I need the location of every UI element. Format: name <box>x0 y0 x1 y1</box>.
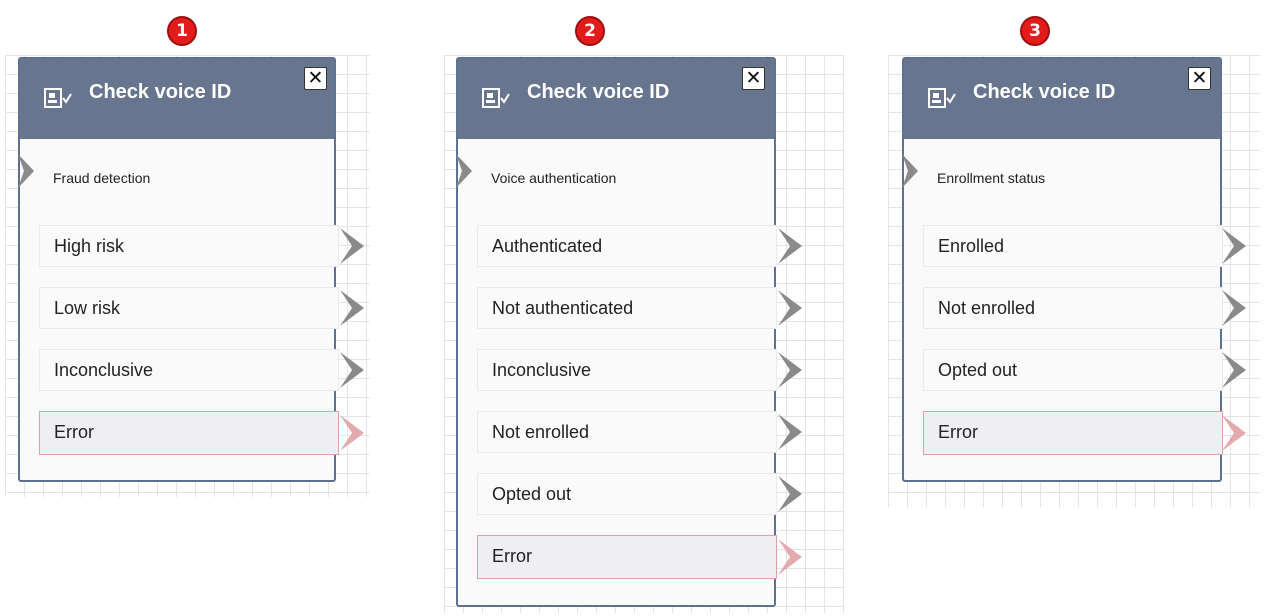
block-label: Voice authentication <box>491 170 617 186</box>
branch-label: Inconclusive <box>492 360 592 380</box>
branch-label: Error <box>938 422 978 442</box>
branch-inconclusive[interactable]: Inconclusive <box>477 349 777 391</box>
contact-card-icon <box>928 88 956 108</box>
input-connector-icon[interactable] <box>900 152 920 190</box>
branch-not-authenticated[interactable]: Not authenticated <box>477 287 777 329</box>
branch-label: High risk <box>54 236 125 256</box>
block-title: Check voice ID <box>89 81 232 103</box>
output-connector-icon[interactable] <box>1220 288 1248 328</box>
error-connector-icon[interactable] <box>1220 413 1248 453</box>
block-header[interactable]: Check voice ID <box>458 59 774 139</box>
output-connector-icon[interactable] <box>338 226 366 266</box>
branch-opted-out[interactable]: Opted out <box>923 349 1223 391</box>
branch-enrolled[interactable]: Enrolled <box>923 225 1223 267</box>
branch-label: Not authenticated <box>492 298 634 318</box>
check-voice-id-block-1[interactable]: Check voice ID ✕ Fraud detection High ri… <box>16 57 364 482</box>
branch-not-enrolled[interactable]: Not enrolled <box>923 287 1223 329</box>
output-connector-icon[interactable] <box>776 350 804 390</box>
branch-label: Error <box>54 422 94 442</box>
block-title: Check voice ID <box>527 81 670 103</box>
input-connector-icon[interactable] <box>16 152 36 190</box>
contact-card-icon <box>44 88 72 108</box>
close-button[interactable]: ✕ <box>742 67 765 90</box>
output-connector-icon[interactable] <box>1220 226 1248 266</box>
output-connector-icon[interactable] <box>776 474 804 514</box>
branch-label: Authenticated <box>492 236 603 256</box>
block-header[interactable]: Check voice ID <box>904 59 1220 139</box>
branch-label: Not enrolled <box>492 422 590 442</box>
block-label: Fraud detection <box>53 170 151 186</box>
branch-not-enrolled[interactable]: Not enrolled <box>477 411 777 453</box>
close-button[interactable]: ✕ <box>1188 67 1211 90</box>
branch-high-risk[interactable]: High risk <box>39 225 339 267</box>
branch-low-risk[interactable]: Low risk <box>39 287 339 329</box>
check-voice-id-block-3[interactable]: Check voice ID ✕ Enrollment status Enrol… <box>900 57 1246 482</box>
output-connector-icon[interactable] <box>1220 350 1248 390</box>
branch-authenticated[interactable]: Authenticated <box>477 225 777 267</box>
branch-label: Inconclusive <box>54 360 154 380</box>
branch-label: Opted out <box>492 484 572 504</box>
error-connector-icon[interactable] <box>776 537 804 577</box>
step-badge-1: 1 <box>167 16 197 46</box>
output-connector-icon[interactable] <box>338 350 366 390</box>
branch-label: Error <box>492 546 532 566</box>
block-label: Enrollment status <box>937 170 1046 186</box>
input-connector-icon[interactable] <box>454 152 474 190</box>
branch-label: Enrolled <box>938 236 1005 256</box>
block-header[interactable]: Check voice ID <box>20 59 334 139</box>
branch-label: Not enrolled <box>938 298 1036 318</box>
block-title: Check voice ID <box>973 81 1116 103</box>
output-connector-icon[interactable] <box>338 288 366 328</box>
branch-opted-out[interactable]: Opted out <box>477 473 777 515</box>
step-badge-3: 3 <box>1020 16 1050 46</box>
output-connector-icon[interactable] <box>776 412 804 452</box>
close-button[interactable]: ✕ <box>304 67 327 90</box>
output-connector-icon[interactable] <box>776 226 804 266</box>
branch-inconclusive[interactable]: Inconclusive <box>39 349 339 391</box>
step-badge-2: 2 <box>575 16 605 46</box>
branch-error[interactable]: Error <box>923 411 1223 455</box>
branch-error[interactable]: Error <box>477 535 777 579</box>
branch-error[interactable]: Error <box>39 411 339 455</box>
check-voice-id-block-2[interactable]: Check voice ID ✕ Voice authentication Au… <box>454 57 802 607</box>
output-connector-icon[interactable] <box>776 288 804 328</box>
branch-label: Low risk <box>54 298 121 318</box>
error-connector-icon[interactable] <box>338 413 366 453</box>
branch-label: Opted out <box>938 360 1018 380</box>
contact-card-icon <box>482 88 510 108</box>
